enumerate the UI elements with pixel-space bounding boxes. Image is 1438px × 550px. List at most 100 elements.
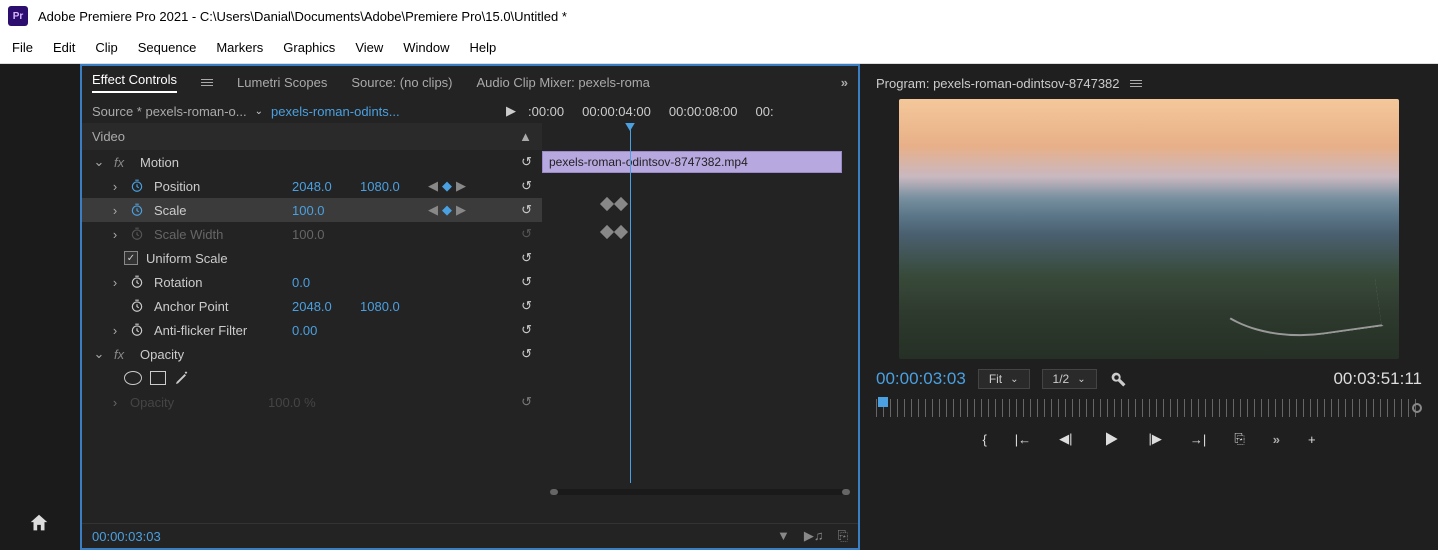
tab-source[interactable]: Source: (no clips) (351, 75, 452, 90)
more-tabs-icon[interactable]: » (841, 75, 848, 90)
twirl-right-icon[interactable]: › (108, 323, 122, 338)
more-buttons-icon[interactable]: » (1273, 432, 1280, 447)
position-x-value[interactable]: 2048.0 (292, 179, 352, 194)
reset-icon[interactable]: ↺ (521, 346, 532, 362)
stopwatch-icon[interactable] (130, 323, 146, 337)
position-label: Position (154, 179, 284, 194)
reset-icon[interactable]: ↺ (521, 322, 532, 338)
fx-badge-icon[interactable]: fx (114, 347, 132, 362)
effect-keyframe-timeline[interactable]: pexels-roman-odintsov-8747382.mp4 (542, 123, 858, 523)
program-timecode[interactable]: 00:00:03:03 (876, 369, 966, 389)
playhead[interactable] (630, 123, 631, 483)
step-back-icon[interactable]: ◀| (1059, 431, 1072, 447)
current-timecode[interactable]: 00:00:03:03 (92, 529, 161, 544)
go-to-in-icon[interactable]: |← (1015, 432, 1031, 447)
reset-icon[interactable]: ↺ (521, 394, 532, 410)
menu-file[interactable]: File (12, 40, 33, 55)
play-button[interactable] (1101, 429, 1121, 449)
prev-keyframe-icon[interactable]: ◀ (428, 178, 438, 194)
wrench-icon[interactable] (1109, 370, 1127, 388)
scrubber-end-icon[interactable] (1412, 403, 1422, 413)
anti-flicker-value[interactable]: 0.00 (292, 323, 352, 338)
play-icon[interactable]: ▶ (506, 103, 516, 119)
home-icon[interactable] (28, 512, 50, 534)
opacity-value[interactable]: 100.0 % (268, 395, 328, 410)
effects-icon[interactable]: ▶♫ (804, 528, 824, 544)
keyframe-diamond-icon[interactable] (600, 225, 614, 239)
twirl-down-icon[interactable]: ⌄ (92, 154, 106, 170)
ellipse-mask-icon[interactable] (124, 371, 142, 385)
stopwatch-icon[interactable] (130, 179, 146, 193)
scale-width-value: 100.0 (292, 227, 352, 242)
next-keyframe-icon[interactable]: ▶ (456, 202, 466, 218)
zoom-select[interactable]: Fit ⌄ (978, 369, 1030, 389)
tab-effect-controls[interactable]: Effect Controls (92, 72, 177, 93)
export-icon[interactable]: ⎘ (838, 528, 848, 544)
menu-markers[interactable]: Markers (216, 40, 263, 55)
rectangle-mask-icon[interactable] (150, 371, 166, 385)
menu-window[interactable]: Window (403, 40, 449, 55)
stopwatch-icon[interactable] (130, 203, 146, 217)
motion-effect-label[interactable]: Motion (140, 155, 270, 170)
menu-help[interactable]: Help (470, 40, 497, 55)
anchor-x-value[interactable]: 2048.0 (292, 299, 352, 314)
panel-menu-icon[interactable] (201, 79, 213, 86)
reset-icon[interactable]: ↺ (521, 250, 532, 266)
add-button-icon[interactable]: + (1308, 432, 1316, 447)
rotation-value[interactable]: 0.0 (292, 275, 352, 290)
next-keyframe-icon[interactable]: ▶ (456, 178, 466, 194)
scale-value[interactable]: 100.0 (292, 203, 352, 218)
ruler-tc-0: :00:00 (528, 104, 564, 119)
reset-icon[interactable]: ↺ (521, 154, 532, 170)
menu-graphics[interactable]: Graphics (283, 40, 335, 55)
add-keyframe-icon[interactable]: ◆ (442, 178, 452, 194)
scrubber-handle[interactable] (878, 397, 888, 407)
go-to-out-icon[interactable]: →| (1190, 432, 1206, 447)
prev-keyframe-icon[interactable]: ◀ (428, 202, 438, 218)
reset-icon[interactable]: ↺ (521, 274, 532, 290)
anchor-y-value[interactable]: 1080.0 (360, 299, 420, 314)
program-monitor[interactable] (899, 99, 1399, 359)
menu-edit[interactable]: Edit (53, 40, 75, 55)
keyframe-diamond-icon[interactable] (614, 225, 628, 239)
menu-clip[interactable]: Clip (95, 40, 117, 55)
program-monitor-panel: Program: pexels-roman-odintsov-8747382 0… (860, 64, 1438, 550)
reset-icon[interactable]: ↺ (521, 178, 532, 194)
reset-icon[interactable]: ↺ (521, 298, 532, 314)
uniform-scale-checkbox[interactable]: ✓ (124, 251, 138, 265)
chevron-down-icon[interactable]: ⌄ (255, 106, 263, 117)
mark-in-icon[interactable]: { (982, 432, 986, 447)
twirl-right-icon[interactable]: › (108, 179, 122, 194)
lift-icon[interactable]: ⎘ (1234, 431, 1244, 447)
twirl-right-icon[interactable]: › (108, 203, 122, 218)
menu-sequence[interactable]: Sequence (138, 40, 197, 55)
filter-icon[interactable]: ▼ (777, 528, 790, 544)
program-scrubber[interactable] (876, 399, 1422, 417)
chevron-down-icon: ⌄ (1077, 374, 1085, 385)
chevron-down-icon: ⌄ (1010, 374, 1018, 385)
stopwatch-icon[interactable] (130, 299, 146, 313)
menu-view[interactable]: View (355, 40, 383, 55)
step-forward-icon[interactable]: |▶ (1149, 431, 1162, 447)
source-clip-name[interactable]: Source * pexels-roman-o... (92, 104, 247, 119)
add-keyframe-icon[interactable]: ◆ (442, 202, 452, 218)
keyframe-diamond-icon[interactable] (614, 197, 628, 211)
keyframe-diamond-icon[interactable] (600, 197, 614, 211)
resolution-select[interactable]: 1/2 ⌄ (1042, 369, 1097, 389)
twirl-down-icon[interactable]: ⌄ (92, 346, 106, 362)
twirl-right-icon[interactable]: › (108, 275, 122, 290)
effect-time-ruler[interactable]: :00:00 00:00:04:00 00:00:08:00 00: (528, 104, 848, 119)
tab-lumetri-scopes[interactable]: Lumetri Scopes (237, 75, 327, 90)
timeline-scrollbar[interactable] (550, 489, 850, 495)
position-y-value[interactable]: 1080.0 (360, 179, 420, 194)
sequence-link[interactable]: pexels-roman-odints... (271, 104, 400, 119)
pen-mask-icon[interactable] (174, 370, 190, 386)
panel-menu-icon[interactable] (1130, 80, 1142, 87)
tab-audio-clip-mixer[interactable]: Audio Clip Mixer: pexels-roma (477, 75, 650, 90)
clip-bar[interactable]: pexels-roman-odintsov-8747382.mp4 (542, 151, 842, 173)
collapse-icon[interactable]: ▲ (519, 129, 532, 144)
fx-badge-icon[interactable]: fx (114, 155, 132, 170)
reset-icon[interactable]: ↺ (521, 202, 532, 218)
stopwatch-icon[interactable] (130, 275, 146, 289)
opacity-effect-label[interactable]: Opacity (140, 347, 270, 362)
